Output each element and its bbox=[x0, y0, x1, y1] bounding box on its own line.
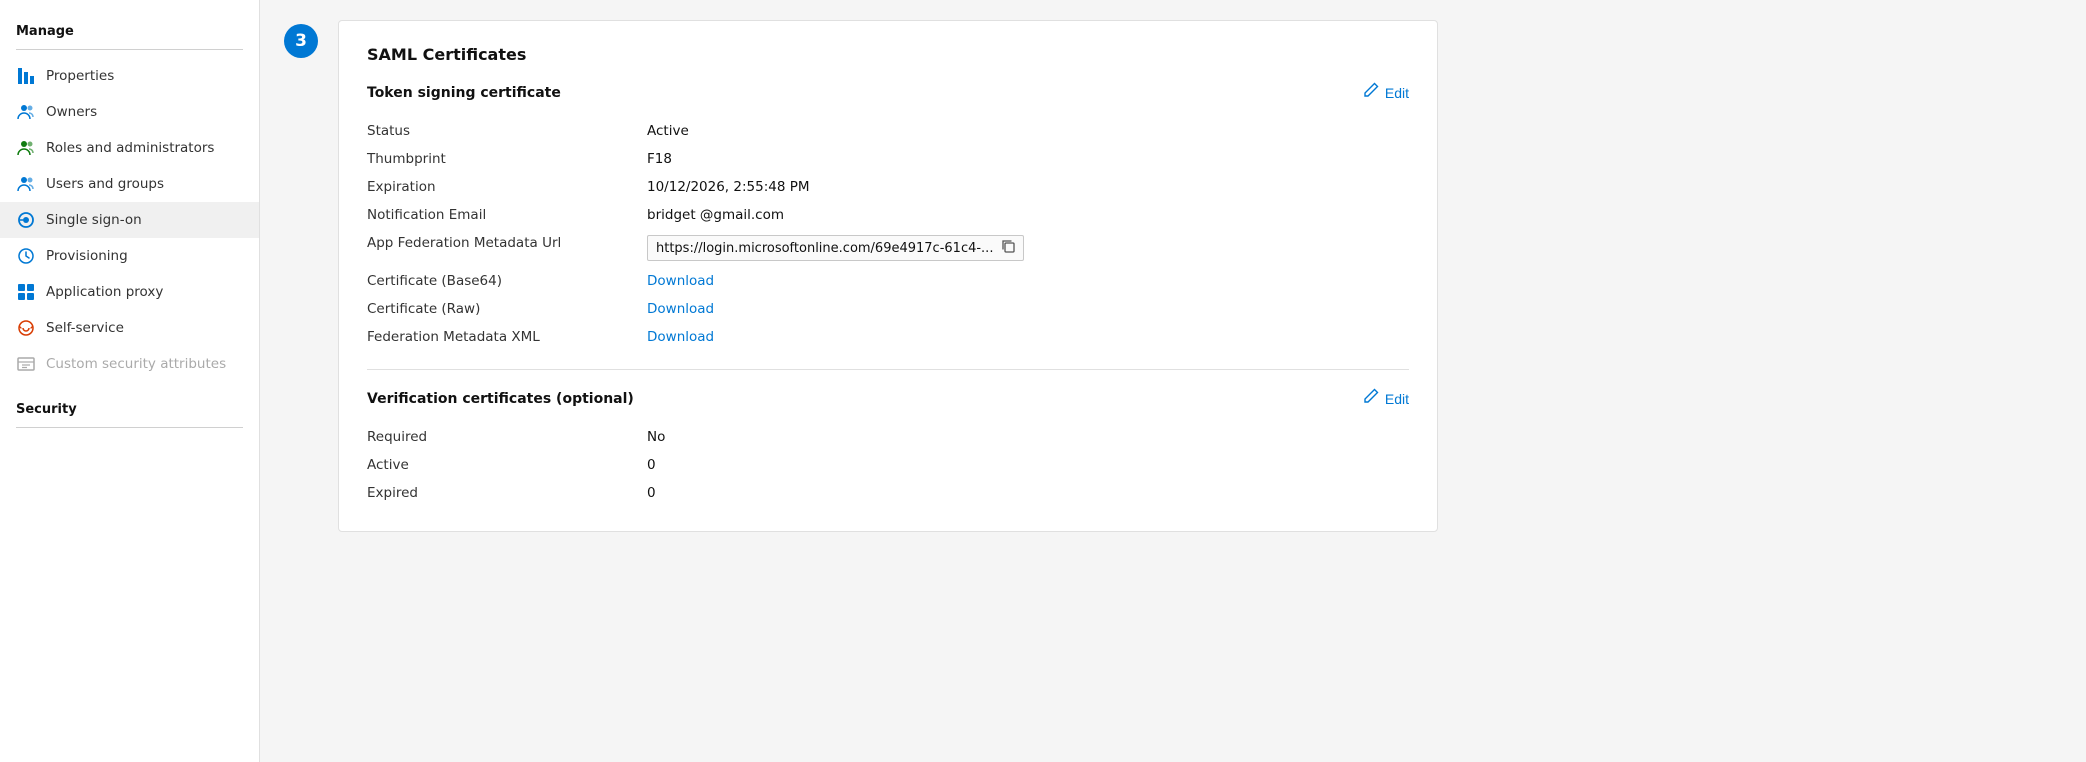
sidebar-item-users-groups[interactable]: Users and groups bbox=[0, 166, 259, 202]
active-value: 0 bbox=[647, 451, 1409, 479]
sidebar-item-label: Single sign-on bbox=[46, 212, 142, 228]
single-sign-on-icon bbox=[16, 210, 36, 230]
sidebar-item-custom-security[interactable]: Custom security attributes bbox=[0, 346, 259, 382]
expiration-label: Expiration bbox=[367, 173, 647, 201]
step-number-wrapper: 3 bbox=[284, 24, 318, 58]
status-value: Active bbox=[647, 117, 1409, 145]
url-box[interactable]: https://login.microsoftonline.com/69e491… bbox=[647, 235, 1024, 261]
federation-xml-download[interactable]: Download bbox=[647, 323, 714, 351]
cert-base64-download[interactable]: Download bbox=[647, 267, 714, 295]
manage-divider bbox=[16, 49, 243, 50]
expired-label: Expired bbox=[367, 479, 647, 507]
application-proxy-icon bbox=[16, 282, 36, 302]
token-section-header: Token signing certificate Edit bbox=[367, 82, 1409, 103]
expired-value: 0 bbox=[647, 479, 1409, 507]
sidebar: Manage Properties Owners bbox=[0, 0, 260, 762]
token-edit-label: Edit bbox=[1385, 85, 1409, 101]
verification-edit-label: Edit bbox=[1385, 391, 1409, 407]
sidebar-item-roles-administrators[interactable]: Roles and administrators bbox=[0, 130, 259, 166]
sidebar-item-application-proxy[interactable]: Application proxy bbox=[0, 274, 259, 310]
cert-base64-label: Certificate (Base64) bbox=[367, 267, 647, 295]
token-section-title: Token signing certificate bbox=[367, 85, 561, 101]
copy-icon[interactable] bbox=[1001, 239, 1015, 257]
verification-section-header: Verification certificates (optional) Edi… bbox=[367, 388, 1409, 409]
sidebar-item-label: Users and groups bbox=[46, 176, 164, 192]
card-title: SAML Certificates bbox=[367, 45, 1409, 64]
federation-url-label: App Federation Metadata Url bbox=[367, 229, 647, 267]
sidebar-item-owners[interactable]: Owners bbox=[0, 94, 259, 130]
security-section-title: Security bbox=[0, 394, 259, 423]
provisioning-icon bbox=[16, 246, 36, 266]
cert-raw-download[interactable]: Download bbox=[647, 295, 714, 323]
verification-section-title: Verification certificates (optional) bbox=[367, 391, 634, 407]
verification-edit-pencil-icon bbox=[1363, 388, 1379, 409]
token-edit-pencil-icon bbox=[1363, 82, 1379, 103]
sidebar-item-label: Self-service bbox=[46, 320, 124, 336]
self-service-icon bbox=[16, 318, 36, 338]
sidebar-item-label: Provisioning bbox=[46, 248, 128, 264]
security-divider bbox=[16, 427, 243, 428]
thumbprint-label: Thumbprint bbox=[367, 145, 647, 173]
users-groups-icon bbox=[16, 174, 36, 194]
federation-xml-label: Federation Metadata XML bbox=[367, 323, 647, 351]
required-label: Required bbox=[367, 423, 647, 451]
manage-section-title: Manage bbox=[0, 16, 259, 45]
sidebar-item-properties[interactable]: Properties bbox=[0, 58, 259, 94]
url-text: https://login.microsoftonline.com/69e491… bbox=[656, 241, 993, 256]
sidebar-item-label: Roles and administrators bbox=[46, 140, 214, 156]
token-edit-button[interactable]: Edit bbox=[1363, 82, 1409, 103]
sidebar-item-label: Custom security attributes bbox=[46, 356, 226, 372]
notification-email-value: bridget @gmail.com bbox=[647, 201, 1409, 229]
cert-raw-label: Certificate (Raw) bbox=[367, 295, 647, 323]
sidebar-item-single-sign-on[interactable]: Single sign-on bbox=[0, 202, 259, 238]
verification-edit-button[interactable]: Edit bbox=[1363, 388, 1409, 409]
sidebar-item-label: Properties bbox=[46, 68, 114, 84]
token-info-grid: Status Active Thumbprint F18 Expiration … bbox=[367, 117, 1409, 351]
thumbprint-value: F18 bbox=[647, 145, 1409, 173]
required-value: No bbox=[647, 423, 1409, 451]
federation-url-value: https://login.microsoftonline.com/69e491… bbox=[647, 229, 1409, 267]
sidebar-item-self-service[interactable]: Self-service bbox=[0, 310, 259, 346]
sidebar-item-label: Owners bbox=[46, 104, 97, 120]
sidebar-item-label: Application proxy bbox=[46, 284, 163, 300]
properties-icon bbox=[16, 66, 36, 86]
roles-icon bbox=[16, 138, 36, 158]
saml-certificates-card: SAML Certificates Token signing certific… bbox=[338, 20, 1438, 532]
main-content: 3 SAML Certificates Token signing certif… bbox=[260, 0, 2086, 762]
verification-info-grid: Required No Active 0 Expired 0 bbox=[367, 423, 1409, 507]
owners-icon bbox=[16, 102, 36, 122]
notification-email-label: Notification Email bbox=[367, 201, 647, 229]
expiration-value: 10/12/2026, 2:55:48 PM bbox=[647, 173, 1409, 201]
sidebar-item-provisioning[interactable]: Provisioning bbox=[0, 238, 259, 274]
section-divider bbox=[367, 369, 1409, 370]
active-label: Active bbox=[367, 451, 647, 479]
status-label: Status bbox=[367, 117, 647, 145]
step-badge: 3 bbox=[284, 24, 318, 58]
custom-security-icon bbox=[16, 354, 36, 374]
